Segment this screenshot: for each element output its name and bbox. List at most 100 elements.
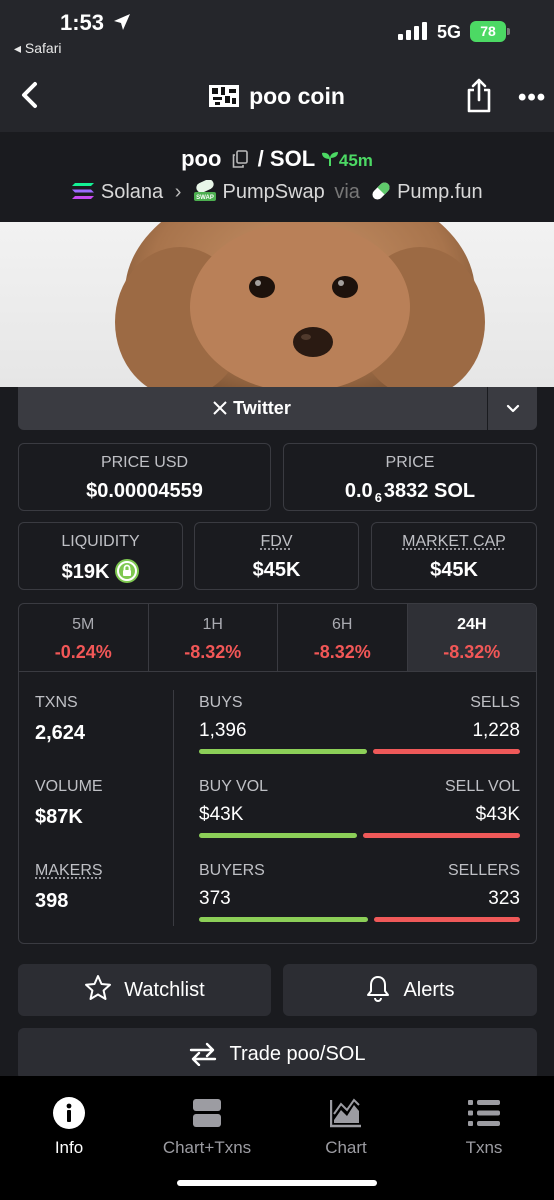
- svg-text:SWAP: SWAP: [196, 195, 214, 201]
- tab-chart[interactable]: Chart: [277, 1096, 415, 1158]
- tab-24h[interactable]: 24H -8.32%: [407, 604, 536, 671]
- dex-name[interactable]: PumpSwap: [223, 181, 325, 203]
- timeframe-tabs: 5M -0.24% 1H -8.32% 6H -8.32% 24H -8.32%: [19, 604, 536, 672]
- alerts-button[interactable]: Alerts: [283, 964, 537, 1016]
- liquidity-value: $19K: [19, 559, 182, 584]
- tab-5m[interactable]: 5M -0.24%: [19, 604, 149, 671]
- txns-stat: TXNS 2,624: [35, 694, 85, 745]
- volume-label: VOLUME: [35, 778, 103, 795]
- buy-vol-value: $43K: [199, 804, 244, 825]
- liquidity-card: LIQUIDITY $19K: [18, 522, 183, 590]
- tab-chart-txns[interactable]: Chart+Txns: [138, 1096, 276, 1158]
- txns-label: TXNS: [35, 694, 78, 711]
- token-logo-icon: [209, 85, 240, 107]
- pair-age: 45m: [338, 151, 373, 170]
- volume-value: $87K: [35, 806, 83, 828]
- volume-split-stat: BUY VOL SELL VOL $43K $43K: [199, 778, 520, 838]
- fdv-card: FDV $45K: [194, 522, 359, 590]
- pair-title: poo / SOL 45m: [0, 146, 554, 172]
- buy-vol-label: BUY VOL: [199, 778, 269, 795]
- solana-icon: [72, 183, 95, 199]
- price-usd-value: $0.00004559: [86, 480, 203, 502]
- chain-breadcrumb: Solana › SWAP PumpSwap via Pump.fun: [0, 179, 554, 204]
- tab-info[interactable]: Info: [0, 1096, 138, 1158]
- twitter-label: Twitter: [233, 398, 291, 418]
- buys-sells-stat: BUYS SELLS 1,396 1,228: [199, 694, 520, 754]
- social-dropdown-toggle[interactable]: [487, 387, 537, 430]
- liquidity-label: LIQUIDITY: [61, 533, 140, 550]
- sell-vol-label: SELL VOL: [444, 778, 520, 795]
- copy-icon[interactable]: [232, 150, 248, 168]
- share-icon[interactable]: [462, 78, 496, 114]
- txns-value: 2,624: [35, 722, 86, 744]
- trade-button[interactable]: Trade poo/SOL: [18, 1028, 537, 1080]
- makers-stat: MAKERS 398: [35, 862, 103, 913]
- nav-bar: poo coin •••: [0, 62, 554, 132]
- price-native-value: 0.0 6 3832 SOL: [344, 480, 476, 505]
- bell-icon: [367, 976, 390, 1002]
- buyers-sellers-stat: BUYERS SELLERS 373 323: [199, 862, 520, 922]
- market-cap-card: MARKET CAP $45K: [371, 522, 537, 590]
- star-icon: [85, 975, 112, 1000]
- tab-txns-label: Txns: [465, 1138, 503, 1157]
- buys-label: BUYS: [199, 694, 243, 711]
- sell-vol-value: $43K: [475, 804, 520, 825]
- back-to-safari[interactable]: ◂ Safari: [14, 40, 62, 57]
- list-icon: [468, 1100, 500, 1126]
- status-bar: 1:53 ◂ Safari 5G 78: [0, 0, 554, 62]
- price-usd-label: PRICE USD: [100, 454, 189, 471]
- launchpad-name[interactable]: Pump.fun: [397, 181, 483, 203]
- volume-stat: VOLUME $87K: [35, 778, 103, 829]
- market-cap-label[interactable]: MARKET CAP: [372, 533, 536, 551]
- chart-txns-icon: [193, 1099, 221, 1127]
- tab-6h[interactable]: 6H -8.32%: [278, 604, 408, 671]
- chevron-down-icon: [506, 404, 520, 413]
- tab-1h[interactable]: 1H -8.32%: [149, 604, 278, 671]
- makers-value: 398: [35, 890, 69, 912]
- sellers-value: 323: [488, 888, 520, 909]
- fdv-label[interactable]: FDV: [195, 533, 358, 551]
- price-native-label: PRICE: [385, 454, 435, 471]
- sellers-label: SELLERS: [447, 862, 520, 879]
- stats-divider: [173, 690, 174, 926]
- location-arrow-icon: [114, 14, 130, 30]
- social-links-row: Twitter: [18, 387, 537, 430]
- x-logo-icon: [213, 401, 227, 415]
- chart-icon: [330, 1098, 361, 1128]
- volume-split-bar: [199, 833, 520, 838]
- token-banner-image: [0, 222, 554, 387]
- sells-value: 1,228: [472, 720, 520, 741]
- battery-tip: [507, 28, 510, 35]
- base-token-symbol: poo: [181, 146, 222, 171]
- more-options-icon[interactable]: •••: [518, 84, 546, 112]
- signal-icon: [398, 22, 427, 40]
- price-zero-count: 6: [374, 490, 382, 505]
- pair-header: poo / SOL 45m Solana › SWAP PumpSwap via: [0, 132, 554, 222]
- price-usd-card: PRICE USD $0.00004559: [18, 443, 271, 511]
- buyers-value: 373: [199, 888, 231, 909]
- tab-chart-label: Chart: [325, 1138, 367, 1157]
- tab-txns[interactable]: Txns: [415, 1096, 553, 1158]
- via-label: via: [334, 181, 360, 203]
- twitter-link[interactable]: Twitter: [18, 387, 486, 430]
- poodle-image: [115, 222, 485, 387]
- pumpfun-pill-icon: [371, 182, 390, 200]
- buyers-label: BUYERS: [199, 862, 265, 879]
- price-native-card: PRICE 0.0 6 3832 SOL: [283, 443, 537, 511]
- seedling-icon: [321, 152, 338, 166]
- chain-name[interactable]: Solana: [101, 181, 163, 203]
- tab-chart-txns-label: Chart+Txns: [162, 1138, 252, 1157]
- makers-label[interactable]: MAKERS: [35, 862, 103, 880]
- buyers-sellers-bar: [199, 917, 520, 922]
- tab-info-label: Info: [54, 1138, 84, 1157]
- watchlist-button[interactable]: Watchlist: [18, 964, 271, 1016]
- info-icon: [53, 1097, 85, 1129]
- page-title-text: poo coin: [249, 83, 345, 109]
- home-indicator: [177, 1180, 377, 1186]
- buys-value: 1,396: [199, 720, 247, 741]
- lock-icon[interactable]: [115, 559, 140, 583]
- quote-token-symbol: SOL: [269, 146, 315, 171]
- chevron-right-icon: ›: [174, 181, 182, 203]
- market-cap-value: $45K: [430, 559, 478, 581]
- pair-separator: /: [257, 146, 264, 171]
